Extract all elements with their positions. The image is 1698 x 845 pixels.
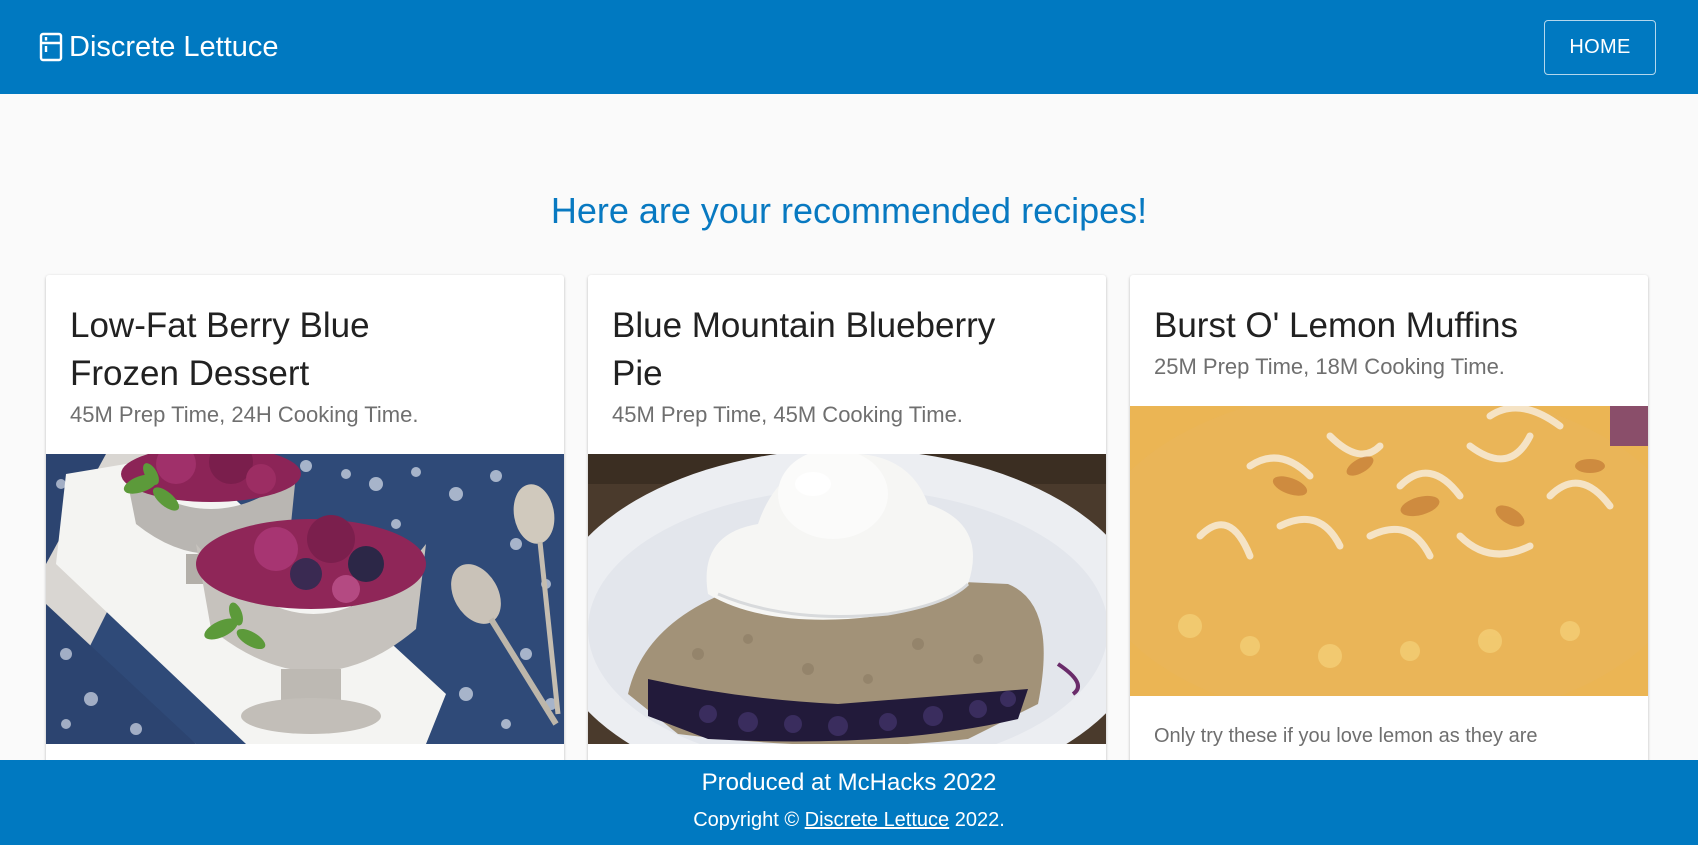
- brand[interactable]: Discrete Lettuce: [38, 31, 279, 64]
- footer-credit: Produced at McHacks 2022: [701, 769, 997, 796]
- recipe-title: Burst O' Lemon Muffins: [1154, 302, 1624, 350]
- recipe-title-line: Low-Fat Berry Blue: [70, 306, 370, 345]
- recipe-times: 25M Prep Time, 18M Cooking Time.: [1154, 354, 1505, 379]
- lemon-muffin-photo: [1130, 406, 1648, 696]
- home-button[interactable]: HOME: [1544, 19, 1656, 75]
- recipe-title: Blue Mountain Blueberry Pie: [612, 302, 1082, 398]
- footer-brand-link[interactable]: Discrete Lettuce: [805, 809, 950, 831]
- recipe-times: 45M Prep Time, 24H Cooking Time.: [70, 402, 419, 427]
- page-heading: Here are your recommended recipes!: [550, 190, 1148, 231]
- blueberry-pie-photo: [588, 454, 1106, 744]
- berry-frozen-dessert-photo: [46, 454, 564, 744]
- recipe-title-line: Burst O' Lemon Muffins: [1154, 306, 1518, 345]
- app-bar: Discrete Lettuce HOME: [0, 0, 1698, 94]
- copyright-prefix: Copyright ©: [693, 809, 800, 831]
- brand-title: Discrete Lettuce: [69, 30, 279, 63]
- recipe-description: Only try these if you love lemon as they…: [1154, 725, 1538, 747]
- recipe-title-line: Pie: [612, 354, 663, 393]
- kitchen-icon: [38, 31, 64, 63]
- footer: Produced at McHacks 2022 Copyright © Dis…: [0, 760, 1698, 845]
- footer-copyright: Copyright © Discrete Lettuce 2022.: [0, 809, 1698, 832]
- copyright-suffix: 2022.: [954, 809, 1005, 831]
- recipe-title: Low-Fat Berry Blue Frozen Dessert: [70, 302, 540, 398]
- recipe-title-line: Blue Mountain Blueberry: [612, 306, 996, 345]
- recipe-title-line: Frozen Dessert: [70, 354, 310, 393]
- recipe-times: 45M Prep Time, 45M Cooking Time.: [612, 402, 963, 427]
